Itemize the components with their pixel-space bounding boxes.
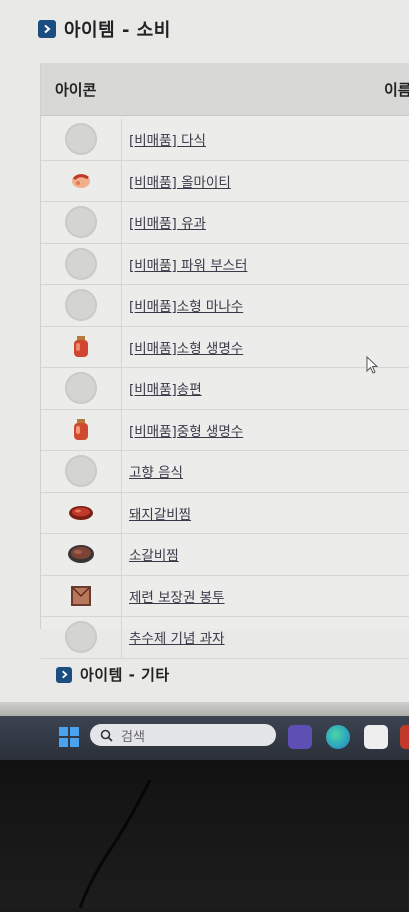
item-link[interactable]: 돼지갈비찜	[129, 503, 191, 523]
table-row: [비매품]중형 생명수	[41, 409, 409, 451]
item-link[interactable]: [비매품]송편	[129, 378, 202, 398]
header-icon: 아이콘	[55, 81, 97, 99]
edge-icon[interactable]	[326, 725, 350, 749]
item-link[interactable]: [비매품] 유과	[129, 212, 206, 232]
mouse-pointer-icon	[366, 355, 379, 378]
braised-beef-ribs-icon	[68, 545, 94, 564]
hand-item-icon	[72, 173, 90, 188]
table-row: 추수제 기념 과자	[41, 617, 409, 659]
item-link[interactable]: 제련 보장권 봉투	[129, 586, 225, 606]
chevron-right-icon	[56, 666, 72, 683]
start-icon[interactable]	[58, 726, 80, 752]
no-image-placeholder-icon	[65, 455, 97, 488]
section-title-consumables: 아이템 - 소비	[38, 16, 171, 42]
red-potion-icon	[74, 418, 88, 440]
item-link[interactable]: [비매품]소형 생명수	[129, 337, 243, 357]
red-potion-icon	[74, 335, 88, 357]
no-image-placeholder-icon	[65, 206, 97, 239]
table-row: 제련 보장권 봉투	[41, 575, 409, 617]
item-link[interactable]: [비매품] 다식	[129, 129, 206, 149]
meet-icon[interactable]	[288, 725, 312, 749]
no-image-placeholder-icon	[65, 621, 97, 654]
browser-viewport: 아이템 - 소비 아이콘 이름 [비매품] 다식 [비매품] 올마이티 [비매품…	[0, 0, 409, 718]
table-row: 돼지갈비찜	[41, 492, 409, 534]
table-row: 고향 음식	[41, 451, 409, 493]
chevron-right-icon	[38, 20, 56, 38]
monitor-bezel	[0, 760, 409, 909]
store-icon[interactable]	[364, 725, 388, 749]
header-name: 이름	[384, 81, 409, 99]
table-body: [비매품] 다식 [비매품] 올마이티 [비매품] 유과 [비매품] 파워 부스…	[41, 119, 409, 659]
table-row: [비매품]송편	[41, 368, 409, 410]
table-row: [비매품] 올마이티	[41, 160, 409, 202]
section-title-text: 아이템 - 소비	[64, 20, 171, 41]
table-header: 아이콘 이름	[41, 63, 409, 116]
table-row: [비매품] 파워 부스터	[41, 243, 409, 285]
item-link[interactable]: [비매품]중형 생명수	[129, 420, 243, 440]
section-title-text: 아이템 - 기타	[80, 666, 170, 684]
section-title-other: 아이템 - 기타	[56, 664, 170, 685]
item-link[interactable]: 추수제 기념 과자	[129, 627, 225, 647]
table-row: [비매품]소형 생명수	[41, 326, 409, 368]
table-row: [비매품]소형 마나수	[41, 285, 409, 327]
item-link[interactable]: 소갈비찜	[129, 544, 179, 564]
taskbar-search-input[interactable]: 검색	[90, 724, 276, 746]
no-image-placeholder-icon	[65, 289, 97, 322]
item-link[interactable]: 고향 음식	[129, 461, 183, 481]
search-placeholder: 검색	[121, 729, 145, 745]
no-image-placeholder-icon	[65, 123, 97, 156]
table-row: 소갈비찜	[41, 534, 409, 576]
taskbar: 검색	[0, 716, 409, 760]
envelope-icon	[71, 585, 91, 606]
no-image-placeholder-icon	[65, 372, 97, 405]
item-link[interactable]: [비매품] 올마이티	[129, 171, 231, 191]
item-link[interactable]: [비매품] 파워 부스터	[129, 254, 247, 274]
search-icon	[100, 729, 113, 742]
table-row: [비매품] 다식	[41, 119, 409, 161]
no-image-placeholder-icon	[65, 247, 97, 280]
braised-pork-ribs-icon	[69, 505, 93, 520]
item-link[interactable]: [비매품]소형 마나수	[129, 295, 243, 315]
items-table: 아이콘 이름 [비매품] 다식 [비매품] 올마이티 [비매품] 유과 [비매품…	[40, 63, 409, 659]
table-row: [비매품] 유과	[41, 202, 409, 244]
app-icon[interactable]	[400, 725, 409, 749]
